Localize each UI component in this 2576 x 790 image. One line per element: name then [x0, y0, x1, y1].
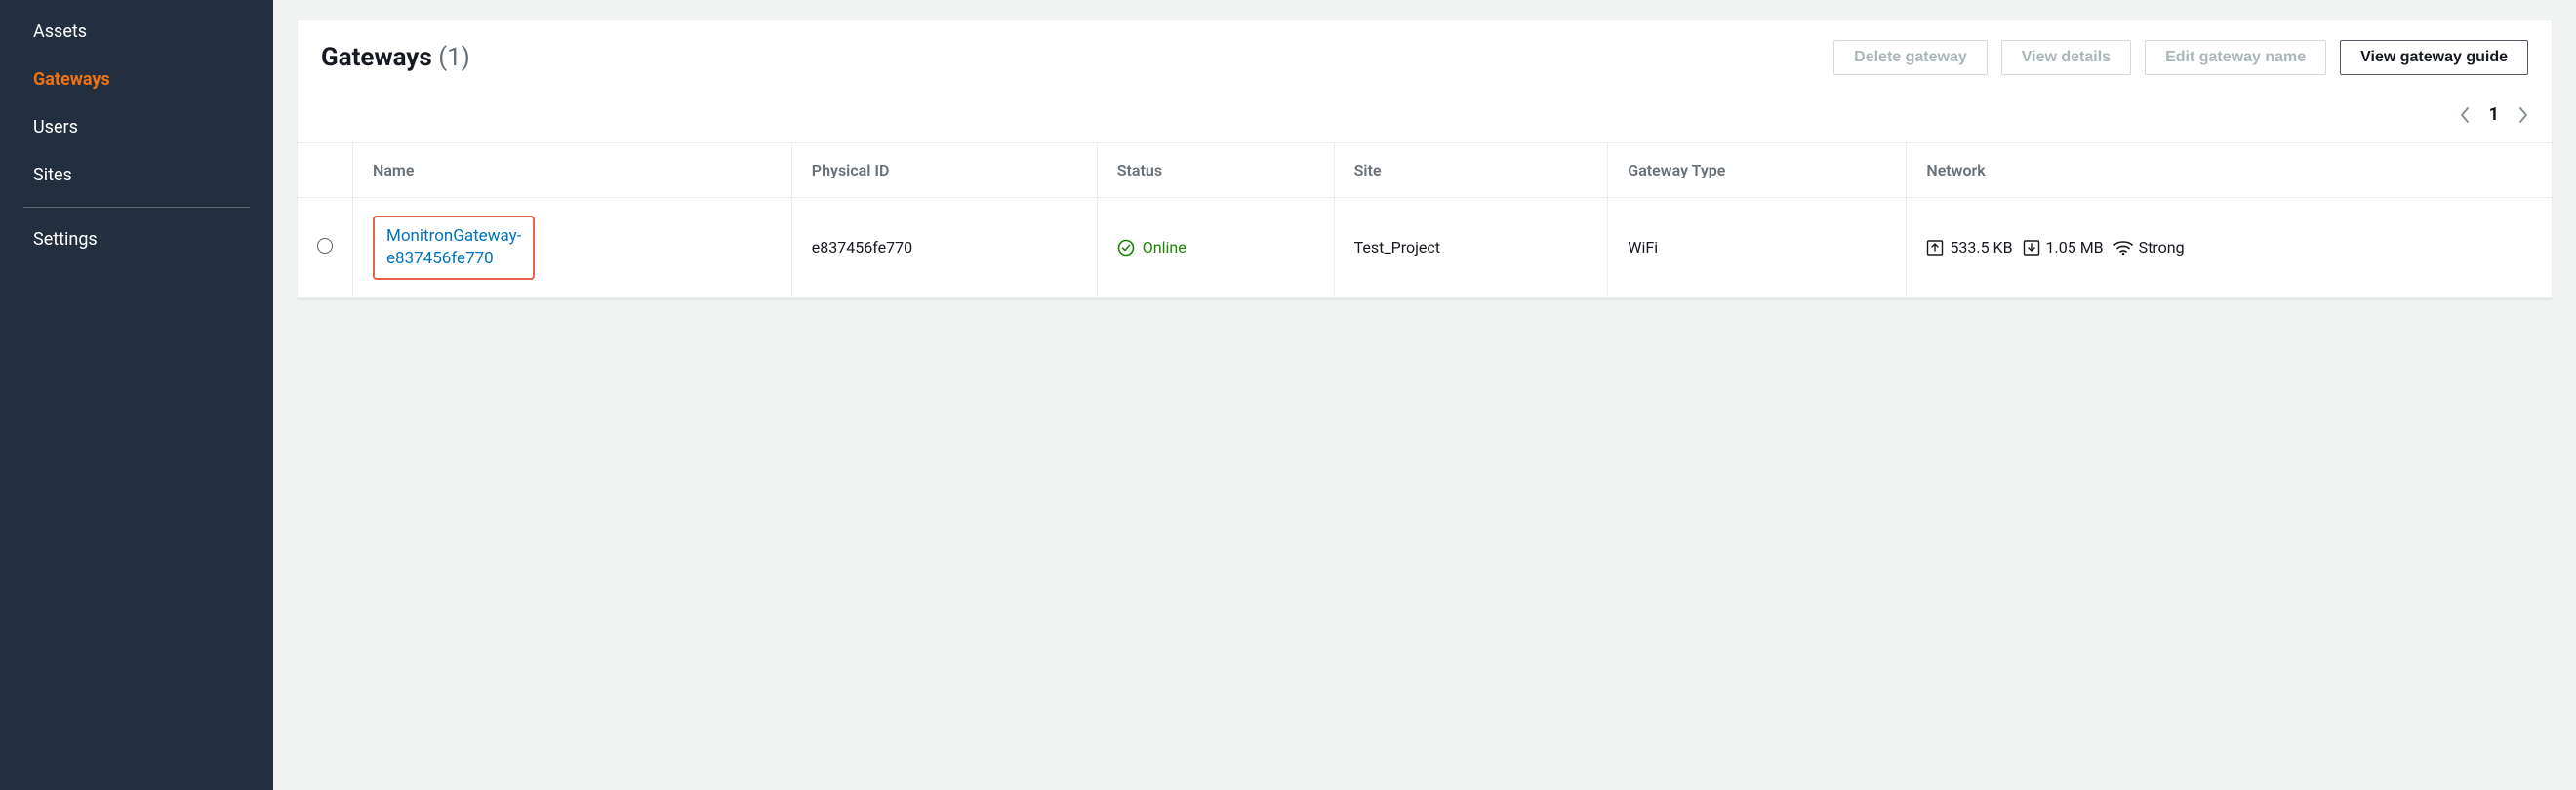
- status-online-icon: [1117, 239, 1135, 257]
- col-name: Name: [353, 143, 792, 198]
- sidebar-item-assets[interactable]: Assets: [0, 8, 273, 56]
- pagination-page: 1: [2489, 104, 2499, 125]
- sidebar-item-settings[interactable]: Settings: [0, 216, 273, 263]
- sidebar-item-users[interactable]: Users: [0, 103, 273, 151]
- download-icon: [2023, 239, 2040, 257]
- row-gateway-type: WiFi: [1608, 198, 1907, 298]
- pagination-prev[interactable]: [2460, 106, 2472, 124]
- download-value: 1.05 MB: [2046, 238, 2104, 257]
- chevron-left-icon: [2460, 106, 2472, 124]
- wifi-icon: [2113, 240, 2133, 256]
- view-gateway-guide-button[interactable]: View gateway guide: [2340, 40, 2528, 75]
- col-network: Network: [1907, 143, 2552, 198]
- row-name-cell: MonitronGateway- e837456fe770: [353, 198, 792, 298]
- sidebar-divider: [23, 207, 250, 208]
- upload-value: 533.5 KB: [1950, 238, 2012, 257]
- row-site: Test_Project: [1334, 198, 1608, 298]
- row-physical-id: e837456fe770: [791, 198, 1097, 298]
- row-radio[interactable]: [317, 238, 333, 254]
- chevron-right-icon: [2516, 106, 2528, 124]
- network-signal: Strong: [2113, 238, 2185, 257]
- col-status: Status: [1097, 143, 1334, 198]
- col-site: Site: [1334, 143, 1608, 198]
- gateway-name-link[interactable]: MonitronGateway- e837456fe770: [386, 226, 521, 268]
- status-text: Online: [1143, 238, 1187, 257]
- network-download: 1.05 MB: [2023, 238, 2104, 257]
- table-header-row: Name Physical ID Status Site Gateway Typ…: [298, 143, 2552, 198]
- col-select: [298, 143, 353, 198]
- panel-header: Gateways (1) Delete gateway View details…: [298, 20, 2552, 99]
- row-status-cell: Online: [1097, 198, 1334, 298]
- page-title-count: (1): [438, 43, 470, 72]
- sidebar: Assets Gateways Users Sites Settings: [0, 0, 273, 790]
- page-title-text: Gateways: [321, 43, 432, 72]
- gateways-table: Name Physical ID Status Site Gateway Typ…: [298, 142, 2552, 298]
- col-physical-id: Physical ID: [791, 143, 1097, 198]
- view-details-button[interactable]: View details: [2001, 40, 2131, 75]
- signal-value: Strong: [2139, 238, 2185, 257]
- row-select-cell: [298, 198, 353, 298]
- col-gateway-type: Gateway Type: [1608, 143, 1907, 198]
- gateways-panel: Gateways (1) Delete gateway View details…: [297, 20, 2553, 299]
- table-row: MonitronGateway- e837456fe770 e837456fe7…: [298, 198, 2552, 298]
- edit-gateway-name-button[interactable]: Edit gateway name: [2145, 40, 2326, 75]
- upload-icon: [1926, 239, 1944, 257]
- network-upload: 533.5 KB: [1926, 238, 2012, 257]
- main-content: Gateways (1) Delete gateway View details…: [273, 0, 2576, 790]
- pagination-next[interactable]: [2516, 106, 2528, 124]
- page-title: Gateways (1): [321, 43, 1833, 72]
- row-network-cell: 533.5 KB 1.05 MB Strong: [1907, 198, 2552, 298]
- gateway-name-line1: MonitronGateway-: [386, 226, 521, 246]
- sidebar-item-sites[interactable]: Sites: [0, 151, 273, 199]
- sidebar-item-gateways[interactable]: Gateways: [0, 56, 273, 103]
- delete-gateway-button[interactable]: Delete gateway: [1833, 40, 1988, 75]
- pagination: 1: [298, 99, 2552, 142]
- gateway-name-line2: e837456fe770: [386, 249, 494, 268]
- action-buttons: Delete gateway View details Edit gateway…: [1833, 40, 2528, 75]
- name-highlight: MonitronGateway- e837456fe770: [373, 216, 535, 280]
